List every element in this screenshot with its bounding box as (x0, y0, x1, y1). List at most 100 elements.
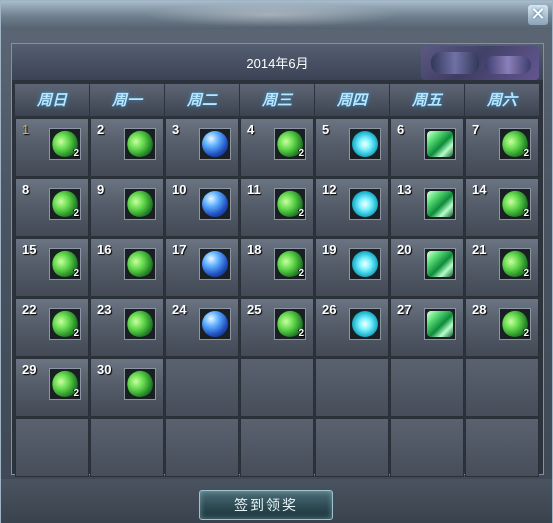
day-number: 2 (97, 122, 105, 137)
calendar-day-cell[interactable]: 10 (165, 178, 239, 237)
calendar-empty-cell (315, 358, 389, 417)
calendar-day-cell[interactable]: 17 (165, 238, 239, 297)
reward-item-slot[interactable]: 2 (497, 246, 533, 282)
calendar-day-cell[interactable]: 2 (90, 118, 164, 177)
day-number: 6 (397, 122, 405, 137)
reward-item-slot[interactable] (199, 308, 231, 340)
calendar-day-cell[interactable]: 30 (90, 358, 164, 417)
reward-item-slot[interactable]: 2 (272, 306, 308, 342)
reward-item-slot[interactable] (199, 188, 231, 220)
reward-item-slot[interactable] (122, 366, 158, 402)
reward-item-slot[interactable]: 2 (272, 186, 308, 222)
weekday-saturday: 周六 (465, 84, 539, 116)
day-number: 4 (247, 122, 255, 137)
reward-item-slot[interactable]: 2 (272, 246, 308, 282)
reward-item-slot[interactable] (122, 306, 158, 342)
reward-item-slot[interactable]: 2 (272, 126, 308, 162)
calendar-day-cell[interactable]: 19 (315, 238, 389, 297)
calendar-day-cell[interactable]: 22 2 (15, 298, 89, 357)
calendar-day-cell[interactable]: 16 (90, 238, 164, 297)
title-bar-ornament (141, 3, 401, 27)
reward-item-slot[interactable]: 2 (47, 366, 83, 402)
calendar-day-cell[interactable]: 27 (390, 298, 464, 357)
calendar-day-cell[interactable]: 13 (390, 178, 464, 237)
calendar-day-cell[interactable]: 18 2 (240, 238, 314, 297)
day-number: 29 (22, 362, 37, 377)
blue-orb-icon (202, 311, 228, 337)
reward-item-slot[interactable] (349, 248, 381, 280)
cyan-orb-icon (352, 131, 378, 157)
calendar-day-cell[interactable]: 25 2 (240, 298, 314, 357)
item-quantity: 2 (73, 208, 79, 219)
green-leaf-gem-icon (122, 306, 158, 342)
day-number: 27 (397, 302, 412, 317)
blue-orb-icon (202, 131, 228, 157)
day-number: 11 (247, 182, 261, 197)
reward-item-slot[interactable] (122, 246, 158, 282)
reward-item-slot[interactable] (349, 128, 381, 160)
calendar-day-cell[interactable]: 24 (165, 298, 239, 357)
calendar-day-cell[interactable]: 3 (165, 118, 239, 177)
blue-orb-icon (202, 251, 228, 277)
item-quantity: 2 (73, 268, 79, 279)
title-bar[interactable]: ✕ (1, 1, 552, 29)
calendar-empty-cell (165, 418, 239, 477)
item-quantity: 2 (298, 328, 304, 339)
reward-item-slot[interactable] (122, 186, 158, 222)
calendar-day-cell[interactable]: 42 (240, 118, 314, 177)
calendar-day-cell[interactable]: 12 (315, 178, 389, 237)
calendar-day-cell[interactable]: 23 (90, 298, 164, 357)
day-number: 22 (22, 302, 37, 317)
day-number: 25 (247, 302, 262, 317)
reward-item-slot[interactable] (424, 188, 456, 220)
reward-item-slot[interactable] (199, 248, 231, 280)
calendar-day-cell[interactable]: 21 2 (465, 238, 539, 297)
calendar-day-cell[interactable]: 6 (390, 118, 464, 177)
calendar-day-cell[interactable]: 20 (390, 238, 464, 297)
reward-item-slot[interactable] (199, 128, 231, 160)
calendar-day-cell[interactable]: 72 (465, 118, 539, 177)
day-number: 28 (472, 302, 487, 317)
reward-item-slot[interactable] (349, 308, 381, 340)
green-leaf-gem-icon (122, 246, 158, 282)
month-header: 2014年6月 (12, 44, 543, 80)
calendar-day-cell[interactable]: 9 (90, 178, 164, 237)
calendar-day-cell[interactable]: 15 2 (15, 238, 89, 297)
item-quantity: 2 (73, 388, 79, 399)
reward-item-slot[interactable]: 2 (47, 246, 83, 282)
day-number: 16 (97, 242, 112, 257)
cyan-orb-icon (352, 311, 378, 337)
reward-item-slot[interactable]: 2 (497, 306, 533, 342)
blue-orb-icon (202, 191, 228, 217)
calendar-day-cell[interactable]: 14 2 (465, 178, 539, 237)
reward-item-slot[interactable] (349, 188, 381, 220)
calendar-empty-cell (315, 418, 389, 477)
green-crystal-icon (427, 131, 453, 157)
reward-item-slot[interactable]: 2 (47, 186, 83, 222)
calendar-day-cell[interactable]: 11 2 (240, 178, 314, 237)
reward-item-slot[interactable] (424, 128, 456, 160)
reward-item-slot[interactable]: 2 (497, 126, 533, 162)
calendar-day-cell[interactable]: 29 2 (15, 358, 89, 417)
day-number: 17 (172, 242, 187, 257)
calendar-day-cell[interactable]: 12 (15, 118, 89, 177)
day-number: 7 (472, 122, 480, 137)
reward-item-slot[interactable] (424, 308, 456, 340)
close-button[interactable]: ✕ (528, 5, 548, 25)
reward-item-slot[interactable] (122, 126, 158, 162)
calendar-empty-cell (390, 358, 464, 417)
weekday-wednesday: 周三 (240, 84, 314, 116)
calendar-day-cell[interactable]: 5 (315, 118, 389, 177)
day-number: 14 (472, 182, 487, 197)
reward-item-slot[interactable]: 2 (47, 126, 83, 162)
calendar-day-cell[interactable]: 82 (15, 178, 89, 237)
day-number: 10 (172, 182, 187, 197)
reward-item-slot[interactable] (424, 248, 456, 280)
calendar-day-cell[interactable]: 26 (315, 298, 389, 357)
calendar-day-cell[interactable]: 28 2 (465, 298, 539, 357)
day-number: 20 (397, 242, 412, 257)
reward-item-slot[interactable]: 2 (497, 186, 533, 222)
reward-item-slot[interactable]: 2 (47, 306, 83, 342)
day-number: 21 (472, 242, 487, 257)
signin-claim-reward-button[interactable]: 签到领奖 (199, 490, 333, 520)
